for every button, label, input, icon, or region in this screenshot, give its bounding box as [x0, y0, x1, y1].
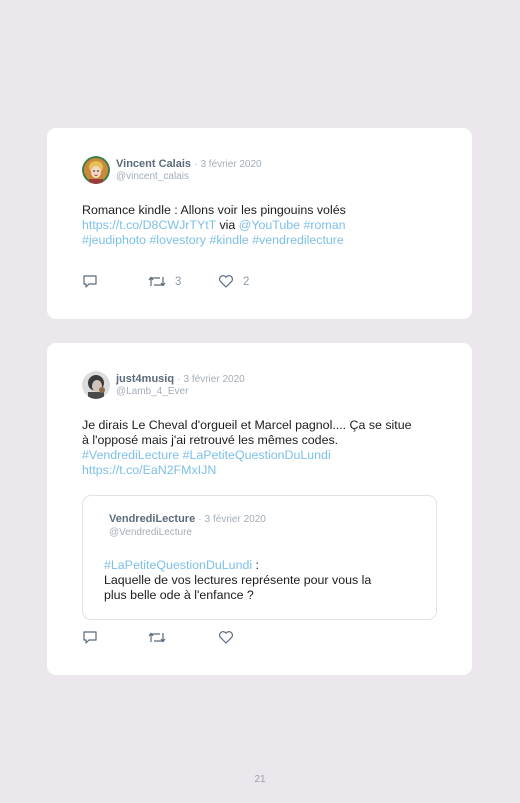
hashtag-link[interactable]: #kindle: [209, 233, 248, 247]
author-name[interactable]: Vincent Calais: [116, 158, 191, 170]
hashtag-link[interactable]: #roman: [304, 218, 346, 232]
tweet-text: Je dirais Le Cheval d'orgueil et Marcel …: [82, 418, 412, 478]
quoted-tweet[interactable]: VendrediLecture · 3 février 2020 @Vendre…: [82, 495, 437, 620]
like-icon: [219, 275, 233, 288]
reply-icon: [83, 275, 97, 288]
like-icon: [219, 631, 233, 644]
retweet-button[interactable]: 3: [148, 274, 181, 289]
retweet-icon: [148, 276, 166, 287]
separator: ·: [198, 514, 202, 525]
reply-button[interactable]: [82, 630, 98, 645]
hashtag-link[interactable]: #jeudiphoto: [82, 233, 146, 247]
page-number: 21: [254, 774, 266, 785]
tweet-date[interactable]: 3 février 2020: [184, 374, 245, 385]
tweet-date[interactable]: 3 février 2020: [200, 159, 261, 170]
like-count: 2: [243, 275, 250, 288]
text-line: #jeudiphoto #lovestory #kindle #vendredi…: [82, 233, 346, 248]
author-handle[interactable]: @vincent_calais: [116, 170, 189, 183]
quoted-text: #LaPetiteQuestionDuLundi : Laquelle de vo…: [104, 558, 371, 603]
mention-link[interactable]: @YouTube: [239, 218, 300, 232]
tweet-text: Romance kindle : Allons voir les pingoui…: [82, 203, 346, 248]
author-handle[interactable]: @Lamb_4_Ever: [116, 385, 188, 398]
hashtag-link[interactable]: #LaPetiteQuestionDuLundi: [104, 558, 252, 572]
retweet-button[interactable]: [148, 630, 175, 645]
hashtag-link[interactable]: #VendrediLecture: [82, 448, 179, 462]
reply-button[interactable]: [82, 274, 98, 289]
like-button[interactable]: 2: [218, 274, 249, 289]
text-line: Laquelle de vos lectures représente pour…: [104, 573, 371, 588]
author-name[interactable]: just4musiq: [116, 373, 174, 385]
avatar[interactable]: [82, 371, 110, 399]
separator: ·: [177, 374, 181, 385]
url-link[interactable]: https://t.co/EaN2FMxIJN: [82, 463, 216, 477]
retweet-icon: [148, 632, 166, 643]
text-segment: via: [216, 218, 239, 232]
separator: ·: [194, 159, 198, 170]
text-line: https://t.co/EaN2FMxIJN: [82, 463, 412, 478]
quoted-handle[interactable]: @VendrediLecture: [109, 526, 192, 539]
text-line: Je dirais Le Cheval d'orgueil et Marcel …: [82, 418, 412, 433]
tweet-actions: 3 2: [82, 274, 282, 290]
text-segment: Laquelle de vos lectures représente pour…: [104, 573, 372, 587]
text-line: à l'opposé mais j'ai retrouvé les mêmes …: [82, 433, 412, 448]
text-segment: Je dirais Le Cheval d'orgueil et Marcel …: [82, 418, 412, 432]
quoted-header: VendrediLecture · 3 février 2020: [109, 513, 266, 526]
hashtag-link[interactable]: #lovestory: [150, 233, 206, 247]
like-button[interactable]: [218, 630, 243, 645]
text-line: Romance kindle : Allons voir les pingoui…: [82, 203, 346, 218]
avatar[interactable]: [82, 156, 110, 184]
reply-icon: [83, 631, 97, 644]
tweet-card: Vincent Calais · 3 février 2020 @vincent…: [47, 128, 472, 319]
text-segment: plus belle ode à l'enfance ?: [104, 588, 254, 602]
text-segment: à l'opposé mais j'ai retrouvé les mêmes …: [82, 433, 339, 447]
text-segment: :: [252, 558, 259, 572]
quoted-author-name[interactable]: VendrediLecture: [109, 513, 195, 525]
text-segment: Romance kindle : Allons voir les pingoui…: [82, 203, 346, 217]
hashtag-link[interactable]: #vendredilecture: [252, 233, 344, 247]
text-line: https://t.co/D8CWJrTYtT via @YouTube #ro…: [82, 218, 346, 233]
text-line: #VendrediLecture #LaPetiteQuestionDuLund…: [82, 448, 412, 463]
hashtag-link[interactable]: #LaPetiteQuestionDuLundi: [183, 448, 331, 462]
tweet-actions: [82, 630, 282, 646]
retweet-count: 3: [175, 275, 182, 288]
tweet-card: just4musiq · 3 février 2020 @Lamb_4_Ever…: [47, 343, 472, 675]
text-line: plus belle ode à l'enfance ?: [104, 588, 371, 603]
url-link[interactable]: https://t.co/D8CWJrTYtT: [82, 218, 216, 232]
quoted-date[interactable]: 3 février 2020: [205, 514, 266, 525]
text-line: #LaPetiteQuestionDuLundi :: [104, 558, 371, 573]
